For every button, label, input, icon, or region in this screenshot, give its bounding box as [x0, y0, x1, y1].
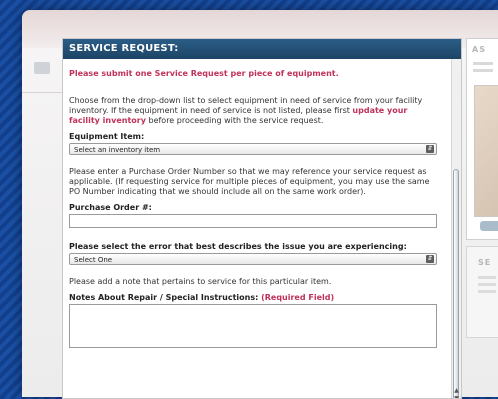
right-panel-2-text-line [478, 283, 496, 286]
purchase-order-label: Purchase Order #: [69, 203, 152, 212]
select-arrows-icon: ⇵ [426, 255, 434, 263]
equipment-item-label: Equipment Item: [69, 132, 145, 141]
right-panel-button[interactable] [480, 221, 498, 231]
equipment-item-selected: Select an inventory item [74, 146, 161, 154]
right-panel-2-text-line [478, 276, 496, 279]
left-divider [22, 92, 62, 93]
panel-scrollbar[interactable]: ▲ ▼ [451, 59, 461, 398]
right-panel-2-header: SE [478, 258, 492, 267]
select-arrows-icon: ⇵ [426, 145, 434, 153]
panel-body: Please submit one Service Request per pi… [63, 59, 461, 348]
service-request-panel: SERVICE REQUEST: Please submit one Servi… [62, 38, 462, 399]
po-paragraph: Please enter a Purchase Order Number so … [69, 167, 430, 196]
intro-suffix: before proceeding with the service reque… [148, 116, 324, 125]
left-tab[interactable] [34, 62, 50, 74]
error-selected: Select One [74, 256, 113, 264]
notes-label-text: Notes About Repair / Special Instruction… [69, 293, 259, 302]
right-panel-text-line [473, 62, 493, 65]
notes-textarea[interactable] [69, 304, 437, 348]
scroll-down-arrow-icon[interactable]: ▼ [453, 395, 460, 398]
required-field-note: (Required Field) [261, 293, 335, 302]
scroll-up-arrow-icon[interactable]: ▲ [453, 387, 460, 394]
error-select[interactable]: Select One ⇵ [69, 253, 437, 265]
note-paragraph: Please add a note that pertains to servi… [69, 277, 332, 286]
right-panel-text-line [473, 69, 493, 72]
right-panel-2-text-line [478, 290, 496, 293]
purchase-order-input[interactable] [69, 214, 437, 228]
equipment-item-select[interactable]: Select an inventory item ⇵ [69, 143, 437, 155]
notes-label: Notes About Repair / Special Instruction… [69, 293, 441, 303]
scrollbar-thumb[interactable] [453, 169, 459, 398]
intro-paragraph: Choose from the drop-down list to select… [69, 96, 441, 126]
right-panel-header: AS [472, 45, 486, 54]
one-request-notice: Please submit one Service Request per pi… [69, 69, 339, 78]
error-label: Please select the error that best descri… [69, 242, 407, 251]
panel-title: SERVICE REQUEST: [63, 39, 461, 59]
right-panel-image [474, 85, 498, 217]
